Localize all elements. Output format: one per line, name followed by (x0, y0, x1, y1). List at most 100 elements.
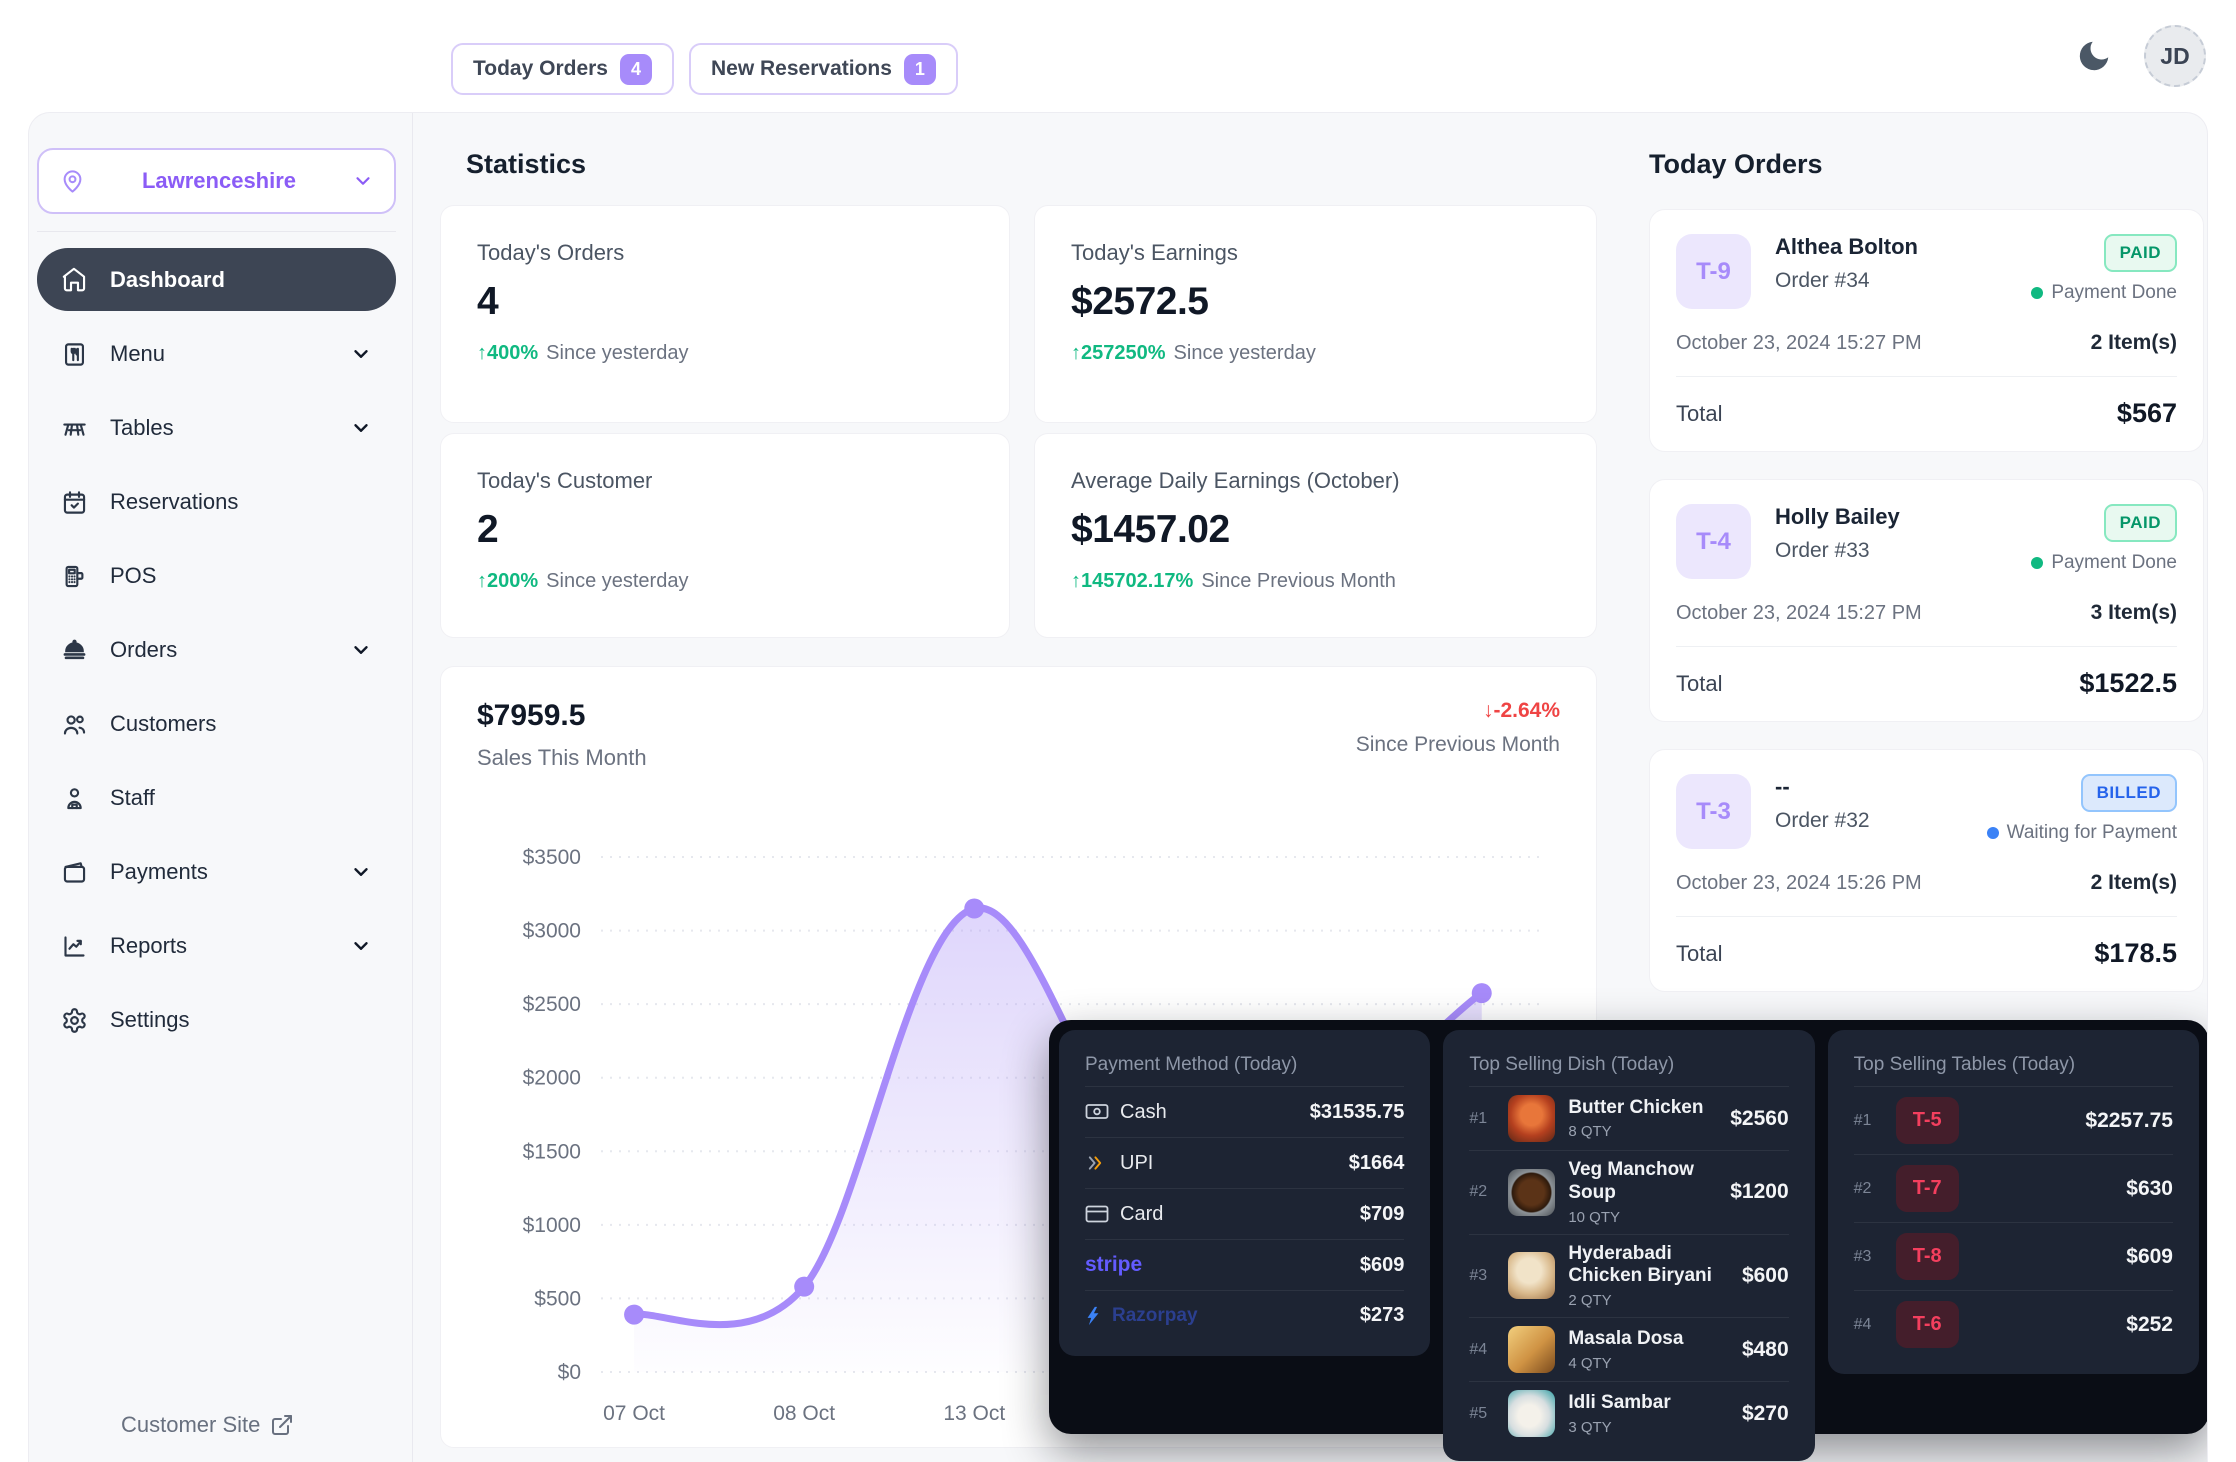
stat-card-todays-orders: Today's Orders 4 ↑400% Since yesterday (440, 205, 1010, 423)
delta-note: Since yesterday (1174, 342, 1316, 365)
today-orders-button[interactable]: Today Orders 4 (451, 43, 674, 95)
cloche-icon (61, 637, 88, 664)
sales-chart-header: $7959.5 Sales This Month ↓-2.64% Since P… (477, 699, 1560, 771)
new-reservations-button[interactable]: New Reservations 1 (689, 43, 958, 95)
table-rank: #4 (1854, 1316, 1880, 1334)
order-number: Order #32 (1775, 809, 1870, 833)
payment-amount: $609 (1360, 1254, 1405, 1277)
sidebar-item-settings[interactable]: Settings (37, 983, 396, 1057)
gear-icon (61, 1007, 88, 1034)
sidebar-item-dashboard[interactable]: Dashboard (37, 248, 396, 311)
order-total-label: Total (1676, 671, 1722, 697)
chevron-down-icon (350, 343, 372, 365)
payment-amount: $31535.75 (1310, 1101, 1405, 1124)
sidebar-item-payments[interactable]: Payments (37, 835, 396, 909)
dark-overlay: Payment Method (Today) Cash $31535.75 UP… (1049, 1020, 2208, 1434)
svg-text:07 Oct: 07 Oct (603, 1402, 665, 1425)
dish-row: #3 Hyderabadi Chicken Biryani 2 QTY $600 (1469, 1234, 1788, 1318)
dish-image (1508, 1252, 1555, 1299)
table-amount: $630 (2126, 1177, 2173, 1201)
sidebar-item-label: Settings (110, 1007, 190, 1033)
users-icon (61, 711, 88, 738)
topbar: Today Orders 4 New Reservations 1 JD (0, 0, 2236, 112)
sidebar-item-label: Orders (110, 637, 177, 663)
today-orders-button-label: Today Orders (473, 57, 608, 81)
new-reservations-count-badge: 1 (904, 54, 936, 85)
delta-note: Since yesterday (546, 570, 688, 593)
divider (1676, 376, 2177, 377)
table-row: #1 T-5 $2257.75 (1854, 1086, 2173, 1154)
payment-amount: $709 (1360, 1203, 1405, 1226)
stat-value: 4 (477, 280, 973, 324)
dish-row: #5 Idli Sambar 3 QTY $270 (1469, 1381, 1788, 1445)
delta-up-arrow: ↑200% (477, 570, 538, 593)
status-badge: BILLED (2081, 774, 2177, 812)
table-amount: $2257.75 (2085, 1109, 2173, 1133)
table-row: #3 T-8 $609 (1854, 1222, 2173, 1290)
dish-name: Idli Sambar (1568, 1392, 1670, 1415)
order-card[interactable]: T-4 Holly Bailey Order #33 PAID Payment … (1649, 479, 2204, 722)
delta-up-arrow: ↑400% (477, 342, 538, 365)
table-number-badge: T-8 (1896, 1233, 1959, 1280)
order-customer: Althea Bolton (1775, 234, 1918, 260)
sidebar-item-label: Payments (110, 859, 208, 885)
sidebar-item-staff[interactable]: Staff (37, 761, 396, 835)
stat-label: Today's Orders (477, 240, 973, 266)
customer-site-link[interactable]: Customer Site (121, 1412, 294, 1438)
order-datetime: October 23, 2024 15:27 PM (1676, 332, 1922, 355)
stat-card-todays-earnings: Today's Earnings $2572.5 ↑257250% Since … (1034, 205, 1597, 423)
location-selector[interactable]: Lawrenceshire (37, 148, 396, 214)
order-customer: Holly Bailey (1775, 504, 1900, 530)
svg-text:$1000: $1000 (523, 1214, 581, 1237)
order-card[interactable]: T-3 -- Order #32 BILLED Waiting for Paym… (1649, 749, 2204, 992)
dish-rank: #4 (1469, 1341, 1495, 1359)
moon-icon (2075, 37, 2113, 75)
order-card[interactable]: T-9 Althea Bolton Order #34 PAID Payment… (1649, 209, 2204, 452)
sidebar-item-reports[interactable]: Reports (37, 909, 396, 983)
svg-text:08 Oct: 08 Oct (773, 1402, 835, 1425)
payment-amount: $1664 (1349, 1152, 1405, 1175)
stat-card-average-daily-earnings: Average Daily Earnings (October) $1457.0… (1034, 433, 1597, 638)
chevron-down-icon (350, 935, 372, 957)
table-rank: #2 (1854, 1180, 1880, 1198)
dark-mode-toggle[interactable] (2072, 34, 2116, 78)
table-icon (61, 415, 88, 442)
status-note: Waiting for Payment (1987, 822, 2177, 844)
top-selling-tables-panel: Top Selling Tables (Today) #1 T-5 $2257.… (1828, 1030, 2199, 1374)
chevron-down-icon (352, 170, 374, 192)
sidebar-item-customers[interactable]: Customers (37, 687, 396, 761)
sidebar-item-pos[interactable]: POS (37, 539, 396, 613)
dish-amount: $270 (1742, 1402, 1789, 1426)
payment-row-cash: Cash $31535.75 (1085, 1086, 1404, 1137)
payment-amount: $273 (1360, 1304, 1405, 1327)
dish-amount: $2560 (1730, 1107, 1788, 1131)
statistics-title: Statistics (466, 149, 1652, 180)
svg-text:$1500: $1500 (523, 1140, 581, 1163)
dish-row: #1 Butter Chicken 8 QTY $2560 (1469, 1086, 1788, 1150)
dish-qty: 2 QTY (1568, 1292, 1729, 1309)
table-amount: $252 (2126, 1313, 2173, 1337)
today-orders-title: Today Orders (1649, 149, 2204, 180)
dish-qty: 8 QTY (1568, 1123, 1703, 1140)
avatar[interactable]: JD (2144, 25, 2206, 87)
pos-terminal-icon (61, 563, 88, 590)
wallet-icon (61, 859, 88, 886)
sidebar-item-orders[interactable]: Orders (37, 613, 396, 687)
menu-book-icon (61, 341, 88, 368)
svg-text:$3000: $3000 (523, 920, 581, 943)
order-total-value: $567 (2117, 398, 2177, 429)
delta-up-arrow: ↑145702.17% (1071, 570, 1193, 593)
order-datetime: October 23, 2024 15:26 PM (1676, 872, 1922, 895)
topbar-right: JD (2072, 0, 2206, 112)
sidebar-item-label: POS (110, 563, 156, 589)
sidebar-item-tables[interactable]: Tables (37, 391, 396, 465)
svg-text:$0: $0 (558, 1361, 581, 1384)
order-items-count: 2 Item(s) (2091, 871, 2177, 895)
delta-note: Since yesterday (546, 342, 688, 365)
sales-delta: ↓-2.64% (1356, 699, 1560, 723)
payment-method-panel: Payment Method (Today) Cash $31535.75 UP… (1059, 1030, 1430, 1356)
sidebar-item-reservations[interactable]: Reservations (37, 465, 396, 539)
svg-text:13 Oct: 13 Oct (943, 1402, 1005, 1425)
sidebar-item-menu[interactable]: Menu (37, 317, 396, 391)
divider (1676, 916, 2177, 917)
